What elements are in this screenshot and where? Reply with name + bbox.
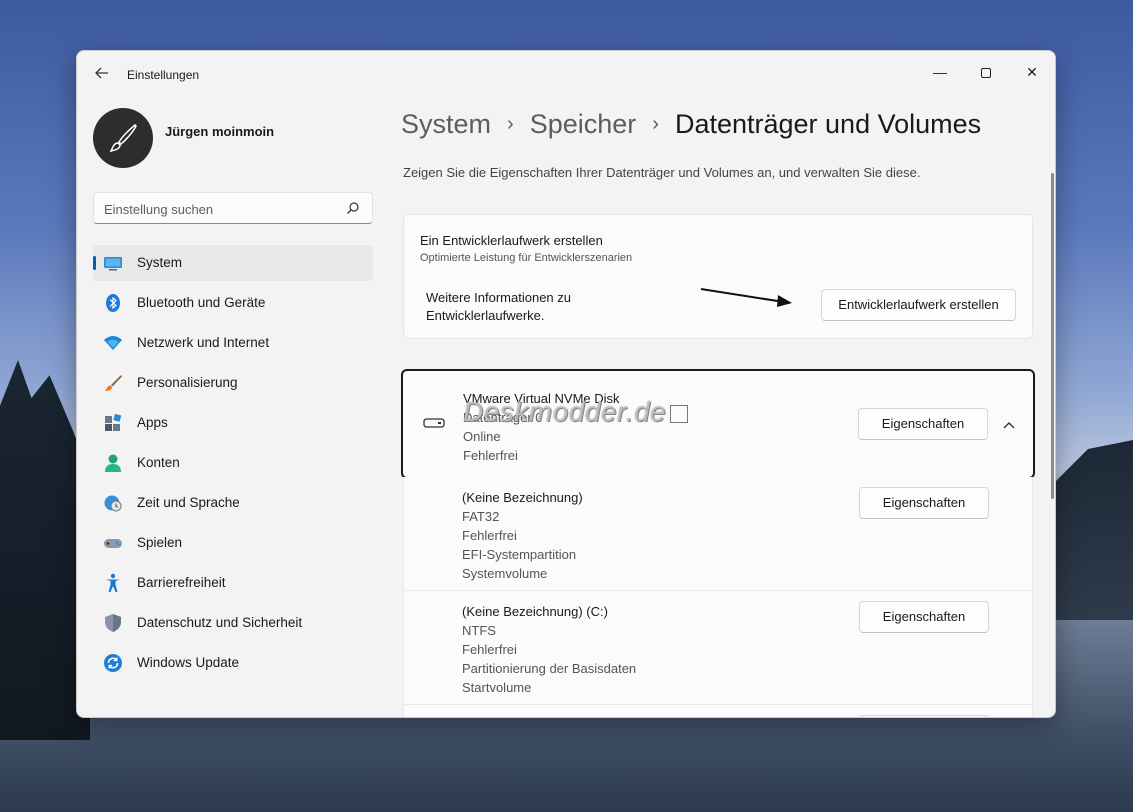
sidebar-item-accounts[interactable]: Konten: [93, 445, 373, 481]
wallpaper-hill-right: [1043, 440, 1133, 620]
app-title: Einstellungen: [127, 68, 200, 82]
volume-properties-button-partial[interactable]: [859, 715, 989, 717]
volume-row: (Keine Bezeichnung) (C:) NTFS Fehlerfrei…: [403, 591, 1033, 705]
sidebar-item-apps[interactable]: Apps: [93, 405, 373, 441]
volume-label: (Keine Bezeichnung) (C:): [462, 604, 608, 619]
dev-drive-info-link[interactable]: Weitere Informationen zu Entwicklerlaufw…: [426, 289, 646, 325]
sidebar-item-label: System: [137, 255, 183, 270]
volume-properties-button[interactable]: Eigenschaften: [859, 487, 989, 519]
dev-drive-subtitle: Optimierte Leistung für Entwicklerszenar…: [420, 252, 633, 264]
chevron-up-icon[interactable]: [999, 415, 1019, 435]
sidebar-item-label: Bluetooth und Geräte: [137, 295, 266, 310]
close-icon: ✕: [1026, 64, 1038, 80]
disk-health: Fehlerfrei: [463, 448, 518, 463]
create-dev-drive-button[interactable]: Entwicklerlaufwerk erstellen: [821, 289, 1016, 321]
sidebar-nav: System Bluetooth und Geräte Netzwerk und…: [93, 245, 373, 685]
volume-list: (Keine Bezeichnung) FAT32 Fehlerfrei EFI…: [403, 477, 1033, 717]
volume-type: Partitionierung der Basisdaten: [462, 661, 637, 676]
volume-filesystem: FAT32: [462, 509, 500, 524]
minimize-button[interactable]: —: [917, 57, 963, 87]
volume-health: Fehlerfrei: [462, 642, 517, 657]
sidebar-item-time-language[interactable]: Zeit und Sprache: [93, 485, 373, 521]
volume-properties-button[interactable]: Eigenschaften: [859, 601, 989, 633]
sidebar-item-label: Windows Update: [137, 655, 240, 670]
disk-status: Online: [463, 429, 501, 444]
sidebar-item-accessibility[interactable]: Barrierefreiheit: [93, 565, 373, 601]
accessibility-icon: [106, 573, 120, 592]
breadcrumb-system[interactable]: System: [401, 109, 491, 139]
volume-label: (Keine Bezeichnung): [462, 490, 583, 505]
sidebar-item-bluetooth[interactable]: Bluetooth und Geräte: [93, 285, 373, 321]
volume-row-partial: [403, 705, 1033, 717]
breadcrumb-separator-icon: ›: [507, 113, 514, 135]
sidebar-item-label: Konten: [137, 455, 180, 470]
update-icon: [104, 654, 122, 672]
dev-drive-card: Ein Entwicklerlaufwerk erstellen Optimie…: [403, 214, 1033, 339]
volume-role: Systemvolume: [462, 566, 548, 581]
close-button[interactable]: ✕: [1009, 57, 1055, 87]
sidebar-item-label: Datenschutz und Sicherheit: [137, 615, 303, 630]
search-icon[interactable]: [346, 201, 360, 215]
disk-properties-button[interactable]: Eigenschaften: [858, 408, 988, 440]
disk-header[interactable]: VMware Virtual NVMe Disk Datenträger 0 O…: [401, 369, 1035, 479]
maximize-button[interactable]: [963, 57, 1009, 87]
sidebar-item-privacy[interactable]: Datenschutz und Sicherheit: [93, 605, 373, 641]
volume-health: Fehlerfrei: [462, 528, 517, 543]
disk-drive-icon: [423, 418, 445, 428]
volume-filesystem: NTFS: [462, 623, 496, 638]
volume-type: EFI-Systempartition: [462, 547, 577, 562]
user-name: Jürgen moinmoin: [165, 124, 275, 139]
scrollbar[interactable]: [1051, 173, 1054, 499]
annotation-arrow-icon: [700, 288, 792, 307]
sidebar-item-label: Netzwerk und Internet: [137, 335, 270, 350]
volume-info: (Keine Bezeichnung) (C:) NTFS Fehlerfrei…: [462, 602, 636, 697]
shield-icon: [105, 614, 121, 632]
sidebar-item-label: Barrierefreiheit: [137, 575, 226, 590]
volume-role: Startvolume: [462, 680, 532, 695]
sidebar-item-network[interactable]: Netzwerk und Internet: [93, 325, 373, 361]
dev-drive-title: Ein Entwicklerlaufwerk erstellen: [420, 233, 603, 248]
sidebar-item-label: Spielen: [137, 535, 183, 550]
minimize-icon: —: [933, 64, 947, 80]
sidebar-item-system[interactable]: System: [93, 245, 373, 281]
brush-avatar-icon: [109, 123, 137, 153]
page-description: Zeigen Sie die Eigenschaften Ihrer Daten…: [403, 165, 921, 180]
sidebar-item-label: Apps: [137, 415, 168, 430]
back-button[interactable]: [91, 65, 113, 85]
sidebar-item-label: Zeit und Sprache: [137, 495, 240, 510]
volume-info: (Keine Bezeichnung) FAT32 Fehlerfrei EFI…: [462, 488, 583, 583]
watermark-icon: [670, 404, 689, 423]
sidebar-item-windows-update[interactable]: Windows Update: [93, 645, 373, 681]
sidebar-item-personalization[interactable]: Personalisierung: [93, 365, 373, 401]
back-arrow-icon: [95, 67, 108, 79]
page-title: Datenträger und Volumes: [674, 109, 982, 139]
bluetooth-icon: [106, 294, 120, 312]
sidebar-item-gaming[interactable]: Spielen: [93, 525, 373, 561]
volume-row: (Keine Bezeichnung) FAT32 Fehlerfrei EFI…: [403, 477, 1033, 591]
gamepad-icon: [104, 539, 122, 548]
wifi-icon: [104, 336, 122, 350]
breadcrumb: System › Speicher › Datenträger und Volumes: [401, 109, 981, 140]
system-icon: [104, 257, 122, 271]
sidebar-item-label: Personalisierung: [137, 375, 238, 390]
breadcrumb-separator-icon: ›: [652, 113, 659, 135]
watermark-text: Deskmodder.de: [463, 396, 667, 427]
settings-window: Einstellungen — ✕ Jürgen moinmoin System…: [76, 50, 1056, 718]
clock-globe-icon: [104, 495, 122, 512]
search-input[interactable]: [104, 199, 334, 219]
maximize-icon: [981, 68, 991, 79]
search-box[interactable]: [93, 192, 373, 224]
brush-icon: [105, 375, 122, 391]
avatar[interactable]: [93, 108, 153, 168]
apps-icon: [105, 413, 122, 431]
title-bar: Einstellungen — ✕: [77, 51, 1055, 99]
breadcrumb-storage[interactable]: Speicher: [530, 109, 637, 139]
watermark: Deskmodder.de: [463, 396, 689, 428]
person-icon: [105, 454, 121, 472]
